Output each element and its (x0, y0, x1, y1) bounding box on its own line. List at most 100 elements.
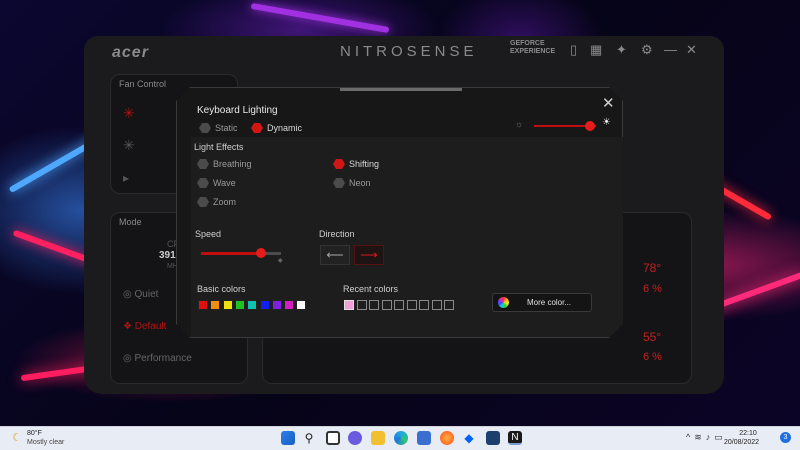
recent-color-swatch[interactable] (432, 300, 442, 310)
nitrosense-taskbar-icon[interactable]: N (508, 431, 522, 445)
brightness-low-icon: ☼ (515, 119, 524, 129)
direction-right-button[interactable]: ⟶ (354, 245, 384, 265)
recent-color-swatch[interactable] (382, 300, 392, 310)
dialog-title: Keyboard Lighting (197, 105, 278, 116)
fan-custom-icon[interactable]: ▸ (123, 171, 129, 185)
mode-dynamic-label: Dynamic (267, 123, 303, 133)
network-icon[interactable]: ✦ (616, 42, 627, 58)
basic-color-swatch[interactable] (272, 300, 282, 310)
dropbox-icon[interactable]: ◆ (462, 431, 476, 445)
recent-color-swatch[interactable] (357, 300, 367, 310)
color-wheel-icon (498, 297, 509, 308)
speed-slider-fill (201, 252, 261, 255)
notification-badge[interactable]: 3 (780, 432, 791, 443)
usage-readout-1: 6 % (643, 283, 662, 295)
firefox-icon[interactable] (440, 431, 454, 445)
system-tray[interactable]: ^≋♪▭ (686, 432, 727, 443)
basic-color-swatch[interactable] (247, 300, 257, 310)
search-icon[interactable]: ⚲ (302, 431, 316, 445)
dialog-top-accent (340, 88, 462, 91)
mode-dynamic-radio[interactable]: Dynamic (251, 123, 302, 133)
mode-default[interactable]: ❖ Default (123, 321, 166, 332)
effect-neon-radio[interactable]: Neon (333, 178, 371, 188)
effect-breathing-label: Breathing (213, 159, 252, 169)
basic-color-swatch[interactable] (296, 300, 306, 310)
recent-color-swatch[interactable] (444, 300, 454, 310)
weather-description[interactable]: Mostly clear (27, 439, 64, 446)
edge-browser-icon[interactable] (394, 431, 408, 445)
microsoft-store-icon[interactable] (417, 431, 431, 445)
clock-date[interactable]: 20/08/2022 (724, 439, 759, 446)
speed-slider-track[interactable] (201, 252, 281, 255)
recent-colors-label: Recent colors (343, 284, 399, 294)
basic-color-swatch[interactable] (260, 300, 270, 310)
recent-color-swatch[interactable] (344, 300, 354, 310)
radio-indicator (251, 123, 263, 133)
effect-shifting-radio[interactable]: Shifting (333, 159, 379, 169)
weather-temperature[interactable]: 80°F (27, 430, 42, 437)
mouse-icon[interactable]: ▯ (570, 42, 577, 58)
radio-indicator (333, 159, 345, 169)
wifi-icon[interactable]: ≋ (694, 432, 706, 442)
keyboard-icon[interactable]: ▦ (590, 42, 602, 58)
speed-max-icon: ◆ (278, 258, 283, 264)
brightness-high-icon: ☀ (602, 117, 611, 128)
mode-static-label: Static (215, 123, 238, 133)
basic-colors-label: Basic colors (197, 284, 246, 294)
effect-zoom-radio[interactable]: Zoom (197, 197, 236, 207)
clock-time[interactable]: 22:10 (731, 430, 765, 437)
photo-app-icon[interactable] (486, 431, 500, 445)
effect-shifting-label: Shifting (349, 159, 380, 169)
recent-color-swatch[interactable] (419, 300, 429, 310)
more-color-button[interactable]: More color... (492, 293, 592, 312)
close-dialog-button[interactable]: ✕ (602, 94, 615, 112)
speed-slider-handle[interactable] (256, 248, 266, 258)
effect-wave-radio[interactable]: Wave (197, 178, 236, 188)
geforce-experience-button[interactable]: GEFORCE EXPERIENCE (510, 40, 555, 56)
temp-readout-1: 78° (643, 261, 662, 275)
basic-color-swatch[interactable] (235, 300, 245, 310)
wallpaper-streak (250, 2, 390, 34)
chevron-up-icon[interactable]: ^ (686, 432, 694, 442)
task-view-icon[interactable] (326, 431, 340, 445)
recent-color-swatch[interactable] (407, 300, 417, 310)
effect-neon-label: Neon (349, 178, 371, 188)
basic-color-swatch[interactable] (198, 300, 208, 310)
brightness-slider[interactable]: ☼ ☀ (515, 119, 611, 131)
speed-label: Speed (195, 229, 222, 239)
arrow-right-icon: ⟶ (360, 248, 378, 262)
basic-color-swatch[interactable] (223, 300, 233, 310)
geforce-line1: GEFORCE (510, 40, 545, 47)
volume-icon[interactable]: ♪ (706, 432, 715, 442)
radio-indicator (197, 197, 209, 207)
brightness-handle[interactable] (585, 121, 595, 131)
performance-icon: ◎ (123, 353, 135, 364)
arrow-left-icon: ⟵ (326, 248, 344, 262)
mode-performance[interactable]: ◎ Performance (123, 353, 192, 364)
mode-performance-label: Performance (134, 353, 192, 364)
recent-color-swatch[interactable] (394, 300, 404, 310)
basic-color-swatch[interactable] (284, 300, 294, 310)
recent-color-swatch[interactable] (369, 300, 379, 310)
mode-static-radio[interactable]: Static (199, 123, 238, 133)
radio-indicator (199, 123, 211, 133)
basic-color-swatch[interactable] (210, 300, 220, 310)
effect-breathing-radio[interactable]: Breathing (197, 159, 252, 169)
quiet-icon: ◎ (123, 289, 135, 300)
more-color-label: More color... (527, 298, 572, 307)
fan-max-icon[interactable]: ✳ (123, 137, 135, 154)
minimize-icon[interactable]: — (664, 42, 677, 57)
close-icon[interactable]: ✕ (686, 42, 697, 58)
direction-left-button[interactable]: ⟵ (320, 245, 350, 265)
temp-readout-2: 55° (643, 330, 662, 344)
moon-cloud-icon[interactable]: ☾ (12, 431, 22, 444)
fan-auto-icon[interactable]: ✳ (123, 105, 135, 122)
mode-label: Mode (119, 217, 142, 227)
settings-gear-icon[interactable]: ⚙ (641, 42, 653, 58)
direction-label: Direction (319, 229, 355, 239)
start-windows-icon[interactable] (281, 431, 295, 445)
mode-quiet[interactable]: ◎ Quiet (123, 289, 158, 300)
light-effects-label: Light Effects (194, 142, 244, 152)
chat-icon[interactable] (348, 431, 362, 445)
file-explorer-icon[interactable] (371, 431, 385, 445)
